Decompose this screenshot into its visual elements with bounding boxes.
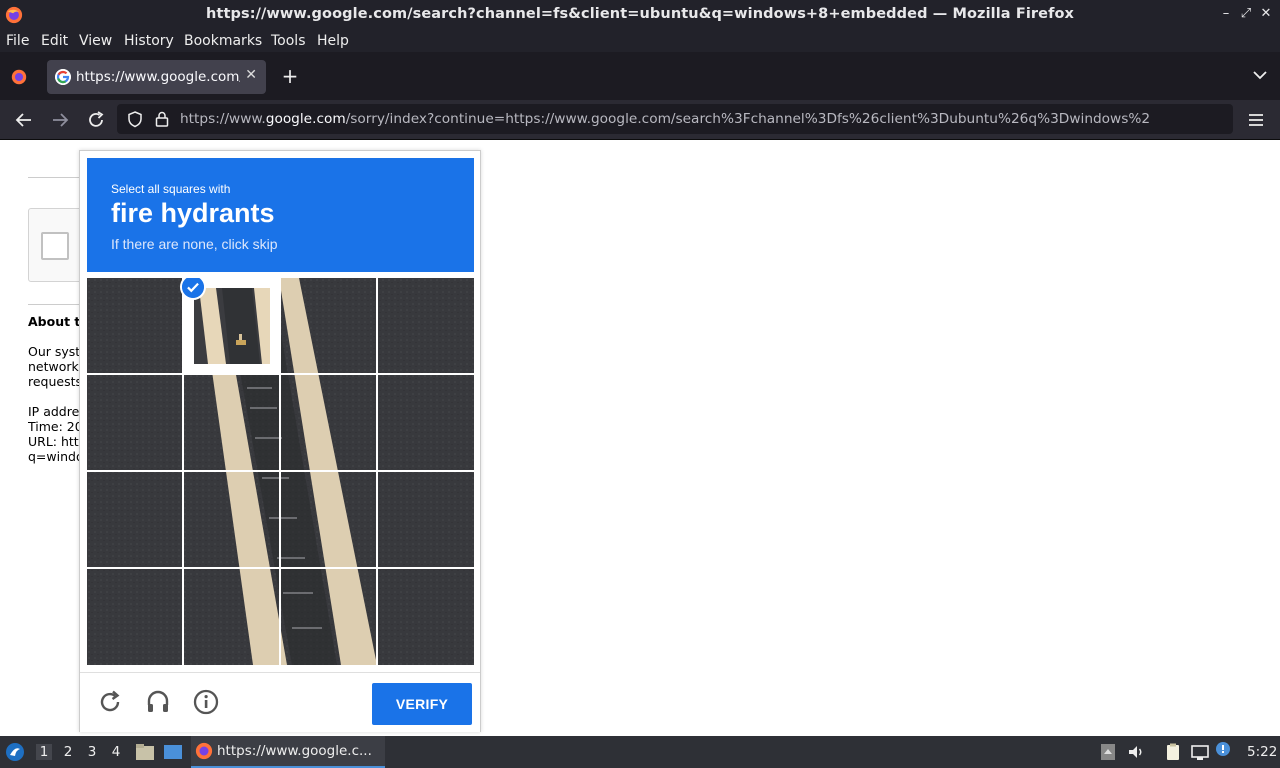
recaptcha-checkbox[interactable] — [41, 232, 69, 260]
audio-challenge-icon[interactable] — [144, 688, 172, 716]
close-window-button[interactable]: ✕ — [1258, 6, 1274, 22]
workspace-1[interactable]: 1 — [36, 744, 52, 760]
lock-icon[interactable] — [153, 110, 171, 128]
hamburger-menu-icon[interactable] — [1244, 108, 1268, 132]
grid-tile[interactable] — [378, 278, 474, 374]
window-title: https://www.google.com/search?channel=fs… — [206, 6, 1074, 22]
grid-tile[interactable] — [281, 472, 377, 568]
desktop-icon[interactable] — [163, 744, 183, 760]
tab-google[interactable]: https://www.google.com/ ✕ — [47, 60, 266, 94]
window-titlebar: https://www.google.com/search?channel=fs… — [0, 0, 1280, 30]
forward-arrow-icon[interactable] — [48, 108, 72, 132]
grid-tile[interactable] — [281, 278, 377, 374]
grid-tile[interactable] — [184, 375, 280, 471]
grid-tile[interactable] — [378, 569, 474, 665]
grid-tile[interactable] — [184, 569, 280, 665]
minimize-button[interactable]: – — [1218, 6, 1234, 22]
taskbar-firefox-task[interactable]: https://www.google.c... — [191, 736, 385, 768]
grid-tile[interactable] — [281, 569, 377, 665]
start-menu-icon[interactable] — [5, 742, 25, 762]
menubar: File Edit View History Bookmarks Tools H… — [0, 30, 1280, 52]
page-text-line: Time: 20 — [28, 419, 80, 434]
network-icon[interactable] — [1190, 742, 1210, 762]
verify-button[interactable]: VERIFY — [372, 683, 472, 725]
menu-tools[interactable]: Tools — [271, 33, 306, 49]
url-text[interactable]: https://www.google.com/sorry/index?conti… — [180, 111, 1174, 127]
grid-tile[interactable] — [87, 278, 183, 374]
page-text-line: requests — [28, 374, 80, 389]
menu-help[interactable]: Help — [317, 33, 349, 49]
reload-icon[interactable] — [84, 108, 108, 132]
firefox-icon — [195, 742, 213, 760]
google-g-icon — [55, 69, 71, 85]
tab-title: https://www.google.com/ — [76, 69, 240, 85]
close-tab-icon[interactable]: ✕ — [245, 67, 257, 83]
grid-tile[interactable] — [184, 472, 280, 568]
menu-view[interactable]: View — [79, 33, 112, 49]
firefox-view-icon[interactable] — [10, 68, 28, 86]
back-arrow-icon[interactable] — [12, 108, 36, 132]
grid-tile[interactable] — [87, 375, 183, 471]
page-text-line: Our syste — [28, 344, 80, 359]
workspace-4[interactable]: 4 — [108, 744, 124, 760]
workspace-2[interactable]: 2 — [60, 744, 76, 760]
grid-tile-selected[interactable] — [180, 278, 280, 374]
challenge-image-grid — [87, 278, 474, 665]
grid-tile[interactable] — [87, 569, 183, 665]
grid-tile[interactable] — [378, 472, 474, 568]
challenge-target: fire hydrants — [111, 198, 275, 228]
reload-icon[interactable] — [96, 688, 124, 716]
challenge-hint: If there are none, click skip — [111, 236, 278, 252]
page-text-line: network. — [28, 359, 80, 374]
info-icon[interactable] — [192, 688, 220, 716]
grid-tile[interactable] — [87, 472, 183, 568]
chevron-down-icon[interactable] — [1251, 66, 1269, 84]
challenge-header: Select all squares with fire hydrants If… — [87, 158, 474, 272]
challenge-footer: VERIFY — [80, 672, 480, 732]
menu-bookmarks[interactable]: Bookmarks — [184, 33, 262, 49]
clock: 5:22 — [1247, 744, 1278, 760]
menu-edit[interactable]: Edit — [41, 33, 68, 49]
grid-tile[interactable] — [281, 375, 377, 471]
menu-file[interactable]: File — [6, 33, 29, 49]
notification-icon[interactable] — [1214, 740, 1234, 760]
grid-tile[interactable] — [378, 375, 474, 471]
workspace-3[interactable]: 3 — [84, 744, 100, 760]
task-label: https://www.google.c... — [217, 743, 372, 759]
file-manager-icon[interactable] — [135, 743, 155, 761]
recaptcha-challenge: Select all squares with fire hydrants If… — [79, 150, 481, 732]
page-text-line: q=windo — [28, 449, 80, 464]
clipboard-icon[interactable] — [1163, 742, 1183, 762]
url-bar[interactable]: https://www.google.com/sorry/index?conti… — [117, 104, 1233, 134]
arrow-up-tray-icon[interactable] — [1098, 742, 1118, 762]
shield-icon[interactable] — [126, 110, 144, 128]
about-heading: About th — [28, 314, 80, 329]
taskbar: 1 2 3 4 https://www.google.c... 5:22 — [0, 736, 1280, 768]
page-text-line: IP addres — [28, 404, 80, 419]
new-tab-button[interactable]: + — [280, 64, 300, 88]
challenge-instruction: Select all squares with — [111, 182, 231, 196]
page-text-line: URL: http — [28, 434, 80, 449]
maximize-button[interactable]: ⤢ — [1238, 6, 1254, 22]
volume-icon[interactable] — [1126, 742, 1146, 762]
menu-history[interactable]: History — [124, 33, 174, 49]
